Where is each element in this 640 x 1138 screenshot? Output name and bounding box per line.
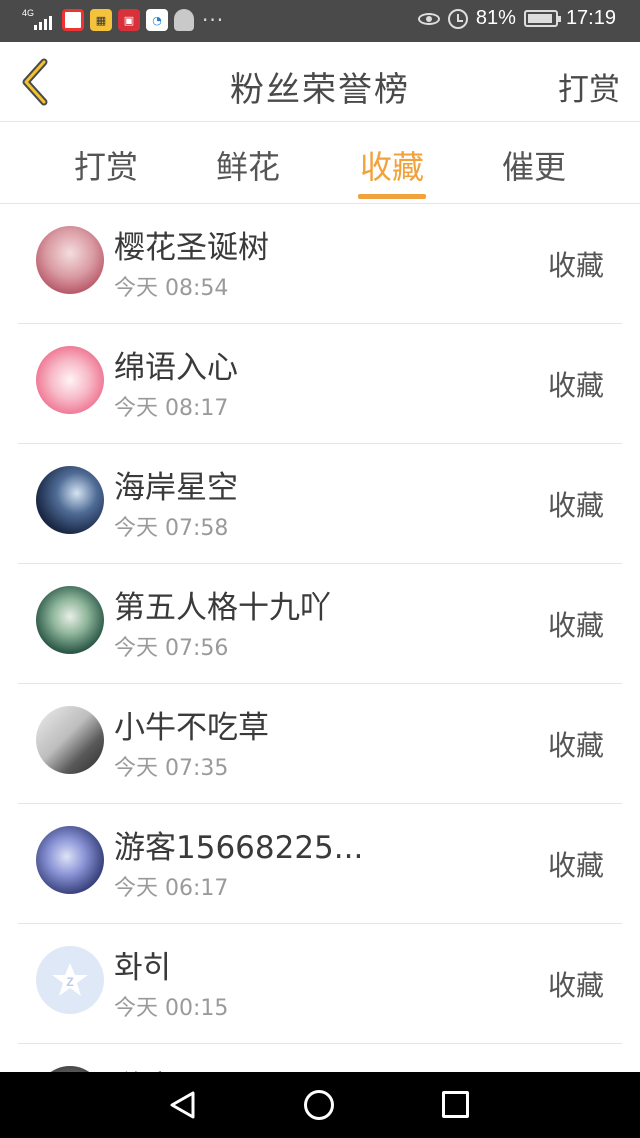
list-item[interactable]: Z 화히 今天 00:15 收藏 [18, 924, 622, 1044]
timestamp: 今天 00:15 [114, 996, 229, 1021]
svg-text:Z: Z [66, 975, 73, 989]
action-label: 收藏 [547, 369, 604, 402]
action-label: 收藏 [547, 489, 604, 522]
battery-percent: 81% [475, 7, 516, 29]
timestamp: 今天 08:17 [114, 396, 229, 421]
nav-home-button[interactable] [304, 1090, 334, 1120]
nav-back-button[interactable] [168, 1090, 198, 1124]
avatar[interactable] [36, 226, 104, 294]
fan-list: 樱花圣诞树 今天 08:54 收藏 绵语入心 今天 08:17 收藏 海岸星空 … [0, 204, 640, 1072]
app-header: 粉丝荣誉榜 打赏 [0, 42, 640, 122]
list-item[interactable]: 海岸星空 今天 07:58 收藏 [18, 444, 622, 564]
avatar[interactable]: Z [36, 946, 104, 1014]
user-name: 游客15668225... [114, 1062, 363, 1072]
timestamp: 今天 06:17 [114, 876, 229, 901]
list-item[interactable]: 绵语入心 今天 08:17 收藏 [18, 324, 622, 444]
tab-urge-update[interactable]: 催更 [464, 142, 604, 188]
nav-recents-button[interactable] [442, 1091, 469, 1118]
tab-reward[interactable]: 打赏 [36, 142, 176, 188]
tab-flowers[interactable]: 鲜花 [178, 142, 318, 188]
tab-favorites[interactable]: 收藏 [322, 142, 462, 188]
user-name: 游客15668225... [114, 830, 364, 866]
avatar[interactable] [36, 466, 104, 534]
more-notifications-icon: ··· [202, 8, 225, 32]
triangle-back-icon [170, 1091, 195, 1119]
timestamp: 今天 07:58 [114, 516, 229, 541]
action-label: 收藏 [547, 849, 604, 882]
avatar[interactable] [36, 826, 104, 894]
eye-comfort-icon [417, 12, 440, 25]
list-item[interactable]: 小牛不吃草 今天 07:35 收藏 [18, 684, 622, 804]
alarm-icon [447, 8, 468, 29]
user-name: 小牛不吃草 [114, 710, 269, 746]
avatar[interactable] [36, 706, 104, 774]
page-title: 粉丝荣誉榜 [230, 70, 410, 110]
status-bar: 4G ▦ ▣ ◔ ··· 81% 17:19 [0, 0, 640, 42]
reward-button[interactable]: 打赏 [558, 64, 620, 109]
app-blue-icon: ◔ [146, 9, 168, 31]
timestamp: 今天 07:35 [114, 756, 229, 781]
action-label: 收藏 [547, 609, 604, 642]
avatar[interactable] [36, 346, 104, 414]
action-label: 收藏 [547, 729, 604, 762]
qq-icon [174, 9, 194, 31]
list-item[interactable]: 游客15668225... [18, 1044, 622, 1072]
user-name: 海岸星空 [114, 470, 238, 506]
default-avatar-icon: Z [52, 963, 88, 996]
list-item[interactable]: 第五人格十九吖 今天 07:56 收藏 [18, 564, 622, 684]
timestamp: 今天 08:54 [114, 276, 229, 301]
list-item[interactable]: 樱花圣诞树 今天 08:54 收藏 [18, 204, 622, 324]
weibo-icon [62, 9, 84, 31]
user-name: 樱花圣诞树 [114, 230, 269, 266]
avatar[interactable] [36, 586, 104, 654]
clock-time: 17:19 [565, 7, 616, 29]
system-nav-bar [0, 1072, 640, 1138]
tab-bar: 打赏 鲜花 收藏 催更 [0, 122, 640, 204]
list-item[interactable]: 游客15668225... 今天 06:17 收藏 [18, 804, 622, 924]
timestamp: 今天 07:56 [114, 636, 229, 661]
user-name: 绵语入心 [114, 350, 238, 386]
action-label: 收藏 [547, 969, 604, 1002]
app-green-icon: ▦ [90, 9, 112, 31]
signal-icon: 4G [22, 8, 56, 32]
network-type: 4G [22, 8, 35, 18]
user-name: 第五人格十九吖 [114, 590, 331, 626]
battery-icon [523, 10, 561, 27]
active-tab-indicator [358, 194, 426, 199]
app-red-icon: ▣ [118, 9, 140, 31]
user-name: 화히 [114, 950, 172, 986]
action-label: 收藏 [547, 249, 604, 282]
